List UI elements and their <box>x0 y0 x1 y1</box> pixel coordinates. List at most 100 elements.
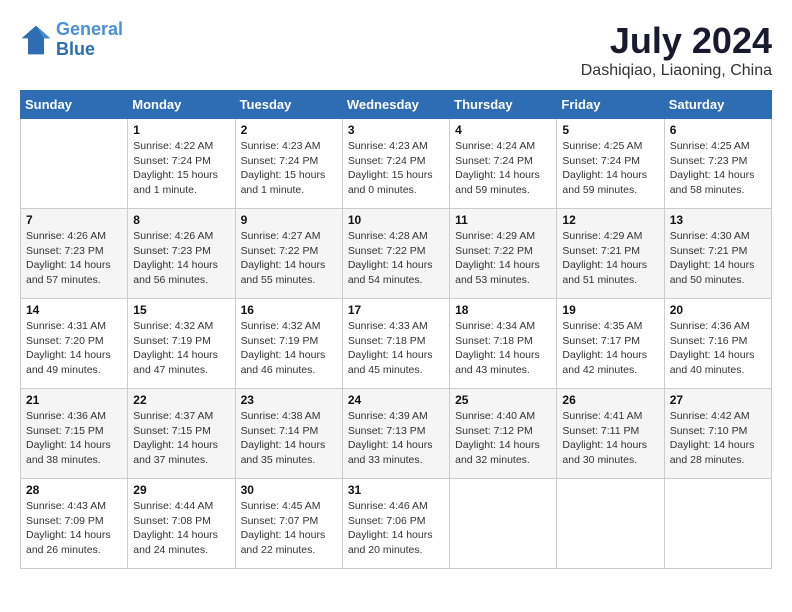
calendar-cell: 15Sunrise: 4:32 AMSunset: 7:19 PMDayligh… <box>128 299 235 389</box>
day-info: Sunrise: 4:27 AMSunset: 7:22 PMDaylight:… <box>241 229 337 288</box>
calendar-cell: 11 Sunrise: 4:29 AMSunset: 7:22 PMDayligh… <box>450 209 557 299</box>
day-info: Sunrise: 4:23 AMSunset: 7:24 PMDaylight:… <box>348 139 444 198</box>
calendar-cell: 22 Sunrise: 4:37 AMSunset: 7:15 PMDayligh… <box>128 389 235 479</box>
day-info: Sunrise: 4:44 AMSunset: 7:08 PMDaylight:… <box>133 499 229 558</box>
day-info: Sunrise: 4:29 AMSunset: 7:22 PMDaylight:… <box>455 229 551 288</box>
calendar-cell: 9 Sunrise: 4:27 AMSunset: 7:22 PMDaylight… <box>235 209 342 299</box>
calendar-cell: 12 Sunrise: 4:29 AMSunset: 7:21 PMDayligh… <box>557 209 664 299</box>
day-info: Sunrise: 4:33 AMSunset: 7:18 PMDaylight:… <box>348 319 444 378</box>
day-info: Sunrise: 4:29 AMSunset: 7:21 PMDaylight:… <box>562 229 658 288</box>
day-number: 22 <box>133 393 229 407</box>
calendar-cell: 24Sunrise: 4:39 AMSunset: 7:13 PMDayligh… <box>342 389 449 479</box>
day-number: 29 <box>133 483 229 497</box>
day-number: 30 <box>241 483 337 497</box>
week-row-2: 14 Sunrise: 4:31 AMSunset: 7:20 PMDayligh… <box>21 299 772 389</box>
calendar-table: SundayMondayTuesdayWednesdayThursdayFrid… <box>20 90 772 569</box>
day-info: Sunrise: 4:25 AMSunset: 7:24 PMDaylight:… <box>562 139 658 198</box>
day-info: Sunrise: 4:36 AMSunset: 7:16 PMDaylight:… <box>670 319 766 378</box>
day-number: 21 <box>26 393 122 407</box>
day-info: Sunrise: 4:42 AMSunset: 7:10 PMDaylight:… <box>670 409 766 468</box>
header-tuesday: Tuesday <box>235 91 342 119</box>
calendar-cell <box>21 119 128 209</box>
calendar-cell: 13 Sunrise: 4:30 AMSunset: 7:21 PMDayligh… <box>664 209 771 299</box>
calendar-cell: 10Sunrise: 4:28 AMSunset: 7:22 PMDayligh… <box>342 209 449 299</box>
day-number: 19 <box>562 303 658 317</box>
page-header: General Blue July 2024 Dashiqiao, Liaoni… <box>20 20 772 80</box>
main-title: July 2024 <box>581 20 772 62</box>
subtitle: Dashiqiao, Liaoning, China <box>581 62 772 80</box>
day-info: Sunrise: 4:26 AMSunset: 7:23 PMDaylight:… <box>26 229 122 288</box>
day-info: Sunrise: 4:35 AMSunset: 7:17 PMDaylight:… <box>562 319 658 378</box>
day-number: 28 <box>26 483 122 497</box>
header-row: SundayMondayTuesdayWednesdayThursdayFrid… <box>21 91 772 119</box>
logo: General Blue <box>20 20 123 60</box>
day-number: 13 <box>670 213 766 227</box>
calendar-cell: 25Sunrise: 4:40 AMSunset: 7:12 PMDayligh… <box>450 389 557 479</box>
header-friday: Friday <box>557 91 664 119</box>
day-number: 3 <box>348 123 444 137</box>
calendar-cell: 4Sunrise: 4:24 AMSunset: 7:24 PMDaylight… <box>450 119 557 209</box>
calendar-cell: 1Sunrise: 4:22 AMSunset: 7:24 PMDaylight… <box>128 119 235 209</box>
day-number: 17 <box>348 303 444 317</box>
calendar-cell: 17 Sunrise: 4:33 AMSunset: 7:18 PMDayligh… <box>342 299 449 389</box>
day-info: Sunrise: 4:36 AMSunset: 7:15 PMDaylight:… <box>26 409 122 468</box>
calendar-cell: 29 Sunrise: 4:44 AMSunset: 7:08 PMDayligh… <box>128 479 235 569</box>
day-number: 9 <box>241 213 337 227</box>
day-number: 27 <box>670 393 766 407</box>
header-wednesday: Wednesday <box>342 91 449 119</box>
logo-icon <box>20 24 52 56</box>
day-number: 5 <box>562 123 658 137</box>
day-info: Sunrise: 4:31 AMSunset: 7:20 PMDaylight:… <box>26 319 122 378</box>
day-info: Sunrise: 4:23 AMSunset: 7:24 PMDaylight:… <box>241 139 337 198</box>
calendar-cell: 7 Sunrise: 4:26 AMSunset: 7:23 PMDaylight… <box>21 209 128 299</box>
header-sunday: Sunday <box>21 91 128 119</box>
day-info: Sunrise: 4:32 AMSunset: 7:19 PMDaylight:… <box>241 319 337 378</box>
day-number: 12 <box>562 213 658 227</box>
calendar-cell: 20 Sunrise: 4:36 AMSunset: 7:16 PMDayligh… <box>664 299 771 389</box>
calendar-cell <box>450 479 557 569</box>
day-number: 8 <box>133 213 229 227</box>
calendar-cell: 14 Sunrise: 4:31 AMSunset: 7:20 PMDayligh… <box>21 299 128 389</box>
day-info: Sunrise: 4:34 AMSunset: 7:18 PMDaylight:… <box>455 319 551 378</box>
day-info: Sunrise: 4:43 AMSunset: 7:09 PMDaylight:… <box>26 499 122 558</box>
calendar-cell: 8 Sunrise: 4:26 AMSunset: 7:23 PMDaylight… <box>128 209 235 299</box>
calendar-body: 1Sunrise: 4:22 AMSunset: 7:24 PMDaylight… <box>21 119 772 569</box>
day-number: 20 <box>670 303 766 317</box>
day-number: 15 <box>133 303 229 317</box>
day-number: 23 <box>241 393 337 407</box>
day-number: 25 <box>455 393 551 407</box>
day-info: Sunrise: 4:45 AMSunset: 7:07 PMDaylight:… <box>241 499 337 558</box>
day-number: 2 <box>241 123 337 137</box>
calendar-header: SundayMondayTuesdayWednesdayThursdayFrid… <box>21 91 772 119</box>
day-number: 7 <box>26 213 122 227</box>
calendar-cell: 31 Sunrise: 4:46 AMSunset: 7:06 PMDayligh… <box>342 479 449 569</box>
day-number: 31 <box>348 483 444 497</box>
week-row-0: 1Sunrise: 4:22 AMSunset: 7:24 PMDaylight… <box>21 119 772 209</box>
title-block: July 2024 Dashiqiao, Liaoning, China <box>581 20 772 80</box>
calendar-cell <box>557 479 664 569</box>
day-info: Sunrise: 4:28 AMSunset: 7:22 PMDaylight:… <box>348 229 444 288</box>
day-info: Sunrise: 4:39 AMSunset: 7:13 PMDaylight:… <box>348 409 444 468</box>
calendar-cell: 27 Sunrise: 4:42 AMSunset: 7:10 PMDayligh… <box>664 389 771 479</box>
day-info: Sunrise: 4:24 AMSunset: 7:24 PMDaylight:… <box>455 139 551 198</box>
day-info: Sunrise: 4:30 AMSunset: 7:21 PMDaylight:… <box>670 229 766 288</box>
day-info: Sunrise: 4:46 AMSunset: 7:06 PMDaylight:… <box>348 499 444 558</box>
day-info: Sunrise: 4:37 AMSunset: 7:15 PMDaylight:… <box>133 409 229 468</box>
calendar-cell <box>664 479 771 569</box>
calendar-cell: 16 Sunrise: 4:32 AMSunset: 7:19 PMDayligh… <box>235 299 342 389</box>
day-number: 11 <box>455 213 551 227</box>
header-saturday: Saturday <box>664 91 771 119</box>
calendar-cell: 19 Sunrise: 4:35 AMSunset: 7:17 PMDayligh… <box>557 299 664 389</box>
day-number: 6 <box>670 123 766 137</box>
calendar-cell: 28 Sunrise: 4:43 AMSunset: 7:09 PMDayligh… <box>21 479 128 569</box>
day-info: Sunrise: 4:25 AMSunset: 7:23 PMDaylight:… <box>670 139 766 198</box>
day-info: Sunrise: 4:26 AMSunset: 7:23 PMDaylight:… <box>133 229 229 288</box>
day-number: 16 <box>241 303 337 317</box>
header-monday: Monday <box>128 91 235 119</box>
calendar-cell: 30 Sunrise: 4:45 AMSunset: 7:07 PMDayligh… <box>235 479 342 569</box>
logo-text: General Blue <box>56 20 123 60</box>
day-number: 26 <box>562 393 658 407</box>
header-thursday: Thursday <box>450 91 557 119</box>
calendar-cell: 23Sunrise: 4:38 AMSunset: 7:14 PMDayligh… <box>235 389 342 479</box>
day-number: 14 <box>26 303 122 317</box>
